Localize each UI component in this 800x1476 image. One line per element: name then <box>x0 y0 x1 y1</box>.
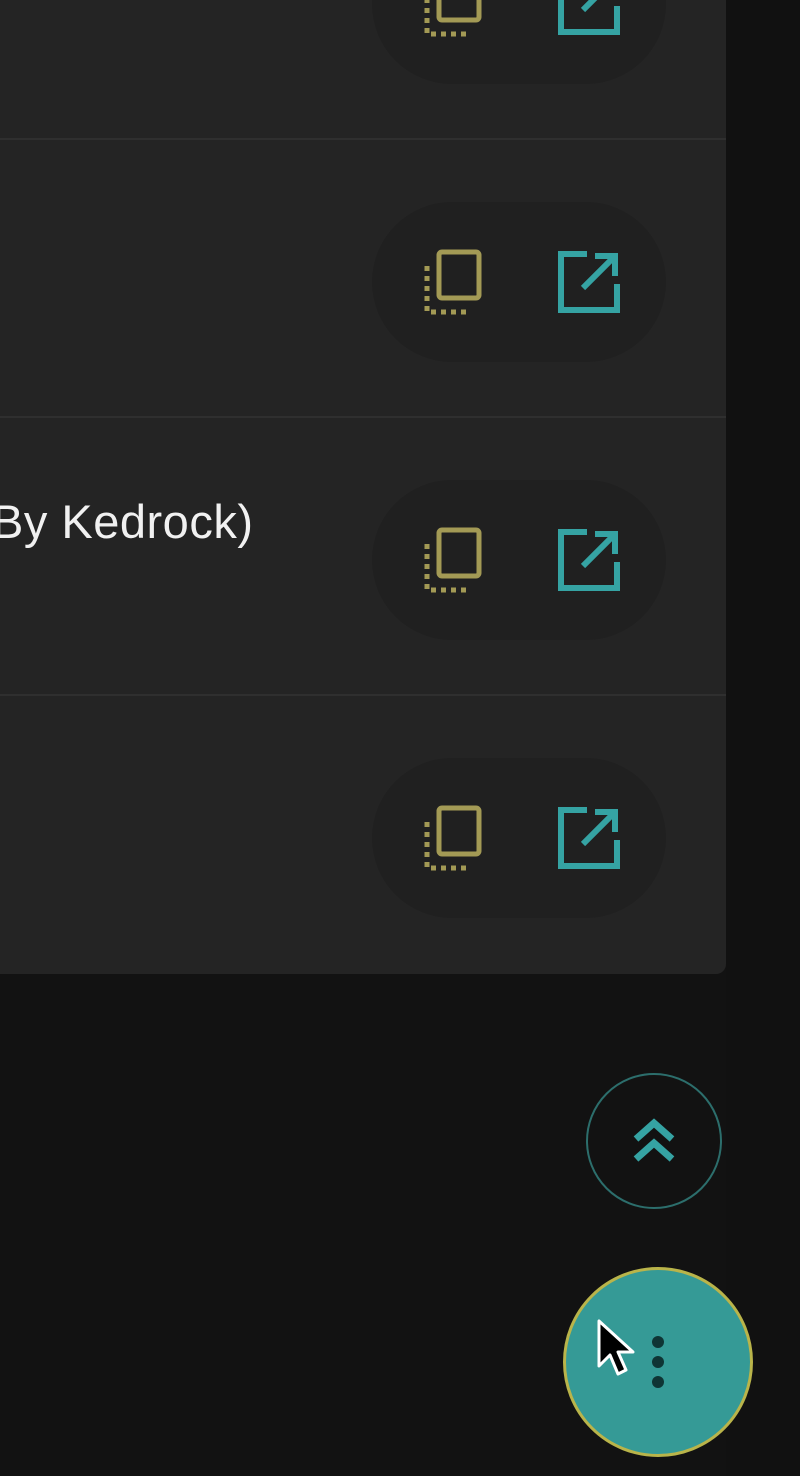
list-item[interactable] <box>0 696 726 974</box>
open-external-button[interactable] <box>544 0 634 49</box>
open-external-icon <box>558 529 620 591</box>
row-actions <box>372 0 666 84</box>
page: By Kedrock) <box>0 0 800 1476</box>
list-item-title: By Kedrock) <box>0 495 254 548</box>
copy-button[interactable] <box>408 0 498 49</box>
scroll-to-top-button[interactable] <box>586 1073 722 1209</box>
open-external-button[interactable] <box>544 515 634 605</box>
row-actions <box>372 758 666 918</box>
double-chevron-up-icon <box>633 1118 675 1162</box>
copy-icon <box>424 249 482 315</box>
row-actions <box>372 202 666 362</box>
copy-button[interactable] <box>408 237 498 327</box>
list-item[interactable]: By Kedrock) <box>0 418 726 696</box>
copy-button[interactable] <box>408 793 498 883</box>
open-external-icon <box>558 0 620 35</box>
row-actions <box>372 480 666 640</box>
mouse-pointer-icon <box>597 1319 635 1376</box>
copy-icon <box>424 0 482 37</box>
list-item[interactable] <box>0 0 726 140</box>
copy-icon <box>424 527 482 593</box>
open-external-icon <box>558 807 620 869</box>
right-gutter <box>726 0 800 1476</box>
open-external-icon <box>558 251 620 313</box>
copy-button[interactable] <box>408 515 498 605</box>
more-options-fab[interactable] <box>563 1267 753 1457</box>
results-list: By Kedrock) <box>0 0 726 974</box>
open-external-button[interactable] <box>544 793 634 883</box>
copy-icon <box>424 805 482 871</box>
more-vertical-icon <box>652 1336 664 1388</box>
list-item[interactable] <box>0 140 726 418</box>
open-external-button[interactable] <box>544 237 634 327</box>
